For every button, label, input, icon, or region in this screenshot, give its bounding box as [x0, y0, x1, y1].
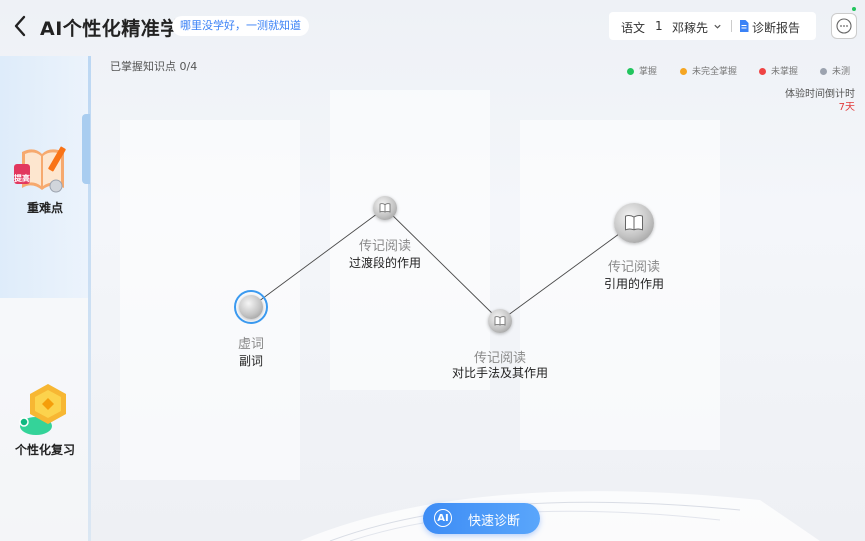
node-category: 虚词 [237, 337, 264, 352]
quick-diagnose-button[interactable]: AI 快速诊断 [423, 503, 540, 534]
book-icon [624, 215, 644, 231]
node-category: 传记阅读 [358, 239, 411, 254]
node-name: 引用的作用 [603, 277, 664, 291]
ai-icon: AI [434, 509, 452, 527]
knowledge-node[interactable] [488, 309, 512, 333]
knowledge-node[interactable] [373, 196, 397, 220]
node-name: 对比手法及其作用 [451, 366, 548, 380]
knowledge-node[interactable] [614, 203, 654, 243]
book-icon [494, 316, 506, 326]
node-name: 过渡段的作用 [348, 256, 421, 270]
node-category: 传记阅读 [607, 260, 660, 275]
diagnose-label: 快速诊断 [468, 514, 521, 529]
knowledge-node[interactable] [239, 295, 263, 319]
book-icon [379, 203, 391, 213]
node-category: 传记阅读 [473, 351, 526, 366]
node-name: 副词 [238, 354, 263, 368]
